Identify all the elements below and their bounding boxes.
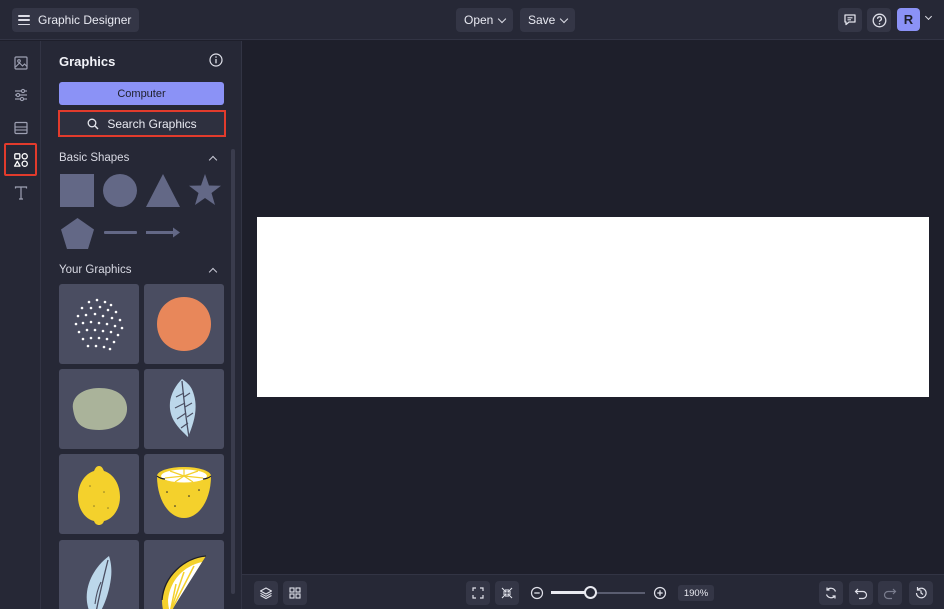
rail-item-adjustments[interactable] — [4, 78, 37, 111]
graphic-tile-leaf[interactable] — [144, 369, 224, 449]
graphic-tile-lemon-slice[interactable] — [144, 540, 224, 609]
comments-button[interactable] — [838, 8, 862, 32]
shape-circle[interactable] — [103, 174, 137, 207]
open-label: Open — [464, 13, 494, 27]
undo-icon — [854, 588, 868, 600]
image-icon — [13, 55, 28, 70]
rail-item-graphics[interactable] — [4, 143, 37, 176]
basic-shapes-heading: Basic Shapes — [59, 152, 130, 164]
panel-scrollbar[interactable] — [231, 149, 235, 594]
zoom-slider-handle[interactable] — [583, 586, 597, 599]
grid-icon — [289, 587, 301, 599]
leaf-graphic — [169, 379, 196, 438]
info-icon[interactable] — [209, 53, 223, 67]
lemon-graphic — [78, 466, 120, 525]
shape-line[interactable] — [104, 231, 137, 234]
fit-to-screen-button[interactable] — [466, 581, 490, 605]
collapse-icon — [501, 587, 513, 599]
search-icon — [87, 118, 99, 129]
grid-button[interactable] — [283, 581, 307, 605]
open-dropdown[interactable]: Open — [456, 8, 514, 32]
chevron-down-icon — [560, 14, 569, 23]
menu-icon — [18, 15, 30, 25]
top-bar: Graphic Designer Open Save R — [0, 0, 944, 40]
zoom-percent[interactable]: 190% — [678, 585, 714, 601]
graphic-tile-lemon-half[interactable] — [144, 454, 224, 534]
app-title: Graphic Designer — [38, 13, 132, 27]
comment-icon — [844, 14, 856, 26]
rail-item-layout[interactable] — [4, 111, 37, 144]
shape-arrow[interactable] — [146, 226, 181, 239]
shape-pentagon[interactable] — [60, 217, 95, 250]
lemon-slice-graphic — [161, 555, 207, 609]
panel-title: Graphics — [59, 54, 116, 69]
design-canvas[interactable] — [257, 217, 929, 397]
undo-button[interactable] — [849, 581, 873, 605]
help-button[interactable] — [867, 8, 891, 32]
dots-graphic — [74, 298, 124, 351]
graphics-icon — [13, 152, 28, 167]
search-graphics-label: Search Graphics — [107, 116, 197, 131]
history-button[interactable] — [909, 581, 933, 605]
avatar[interactable]: R — [897, 8, 920, 31]
zoom-out-icon[interactable] — [530, 586, 544, 600]
layers-icon — [259, 587, 273, 600]
layers-button[interactable] — [254, 581, 278, 605]
history-icon — [915, 587, 927, 599]
graphic-tile-lemon[interactable] — [59, 454, 139, 534]
leaf-slice-graphic — [86, 556, 112, 609]
lemon-half-graphic — [156, 467, 212, 518]
shape-square[interactable] — [60, 174, 94, 207]
graphic-tile-dots[interactable] — [59, 284, 139, 364]
flip-button[interactable] — [819, 581, 843, 605]
help-icon — [872, 13, 886, 27]
your-graphics-heading: Your Graphics — [59, 264, 132, 276]
redo-button[interactable] — [878, 581, 902, 605]
layout-icon — [13, 121, 28, 134]
search-graphics-button[interactable]: Search Graphics — [58, 110, 226, 137]
refresh-icon — [825, 587, 837, 599]
text-icon — [14, 185, 27, 200]
chevron-down-icon — [498, 14, 507, 23]
zoom-in-icon[interactable] — [653, 586, 667, 600]
graphic-tile-green-blob[interactable] — [59, 369, 139, 449]
expand-icon — [472, 587, 484, 599]
chevron-up-icon[interactable] — [208, 155, 218, 165]
green-blob-graphic — [72, 388, 128, 430]
computer-upload-button[interactable]: Computer — [59, 82, 224, 105]
chevron-up-icon[interactable] — [208, 267, 218, 277]
orange-circle-graphic — [157, 297, 211, 351]
shape-star[interactable] — [188, 173, 222, 207]
rail-item-image[interactable] — [4, 46, 37, 79]
actual-size-button[interactable] — [495, 581, 519, 605]
adjustments-icon — [14, 88, 27, 101]
tool-rail — [0, 41, 41, 609]
graphic-tile-leaf-slice[interactable] — [59, 540, 139, 609]
shape-triangle[interactable] — [145, 173, 181, 208]
rail-item-text[interactable] — [4, 176, 37, 209]
save-label: Save — [528, 13, 556, 27]
app-menu-button[interactable]: Graphic Designer — [12, 8, 140, 32]
save-dropdown[interactable]: Save — [520, 8, 576, 32]
bottom-toolbar: 190% — [242, 574, 944, 609]
redo-icon — [883, 588, 897, 600]
chevron-down-icon[interactable] — [924, 12, 933, 21]
graphic-tile-orange-circle[interactable] — [144, 284, 224, 364]
graphics-panel: Graphics Computer Search Graphics Basic … — [41, 41, 242, 609]
